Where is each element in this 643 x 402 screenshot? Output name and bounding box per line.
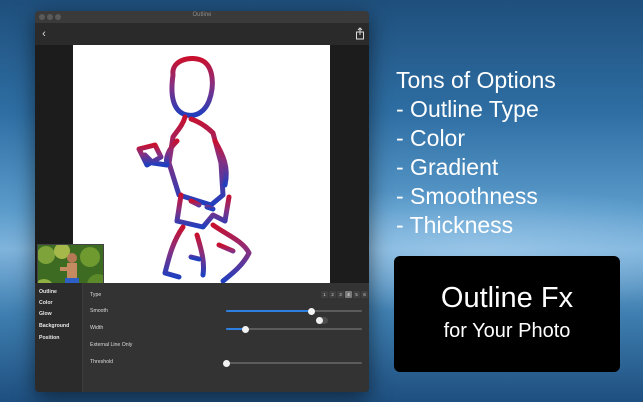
options-panel: Outline Color Glow Background Position T… [35,283,369,392]
type-option-2[interactable]: 2 [329,291,336,298]
threshold-slider[interactable] [222,359,362,367]
share-icon [356,27,364,40]
external-line-toggle-knob [316,317,323,324]
type-option-5[interactable]: 5 [353,291,360,298]
type-segmented-control[interactable]: 1 2 3 4 5 6 [321,291,369,298]
sidebar-item-position[interactable]: Position [39,335,59,341]
share-button[interactable] [355,27,365,41]
width-slider-knob[interactable] [241,325,249,333]
smooth-slider[interactable] [226,307,362,315]
badge-subtitle: for Your Photo [443,320,571,342]
width-slider[interactable] [226,325,362,333]
feature-item-gradient: - Gradient [396,154,499,180]
toolbar: ‹ [35,23,369,45]
sidebar-item-outline[interactable]: Outline [39,289,57,295]
external-line-toggle[interactable] [316,317,328,324]
chevron-left-icon: ‹ [42,28,46,40]
preview-stage [35,45,369,306]
sidebar-item-glow[interactable]: Glow [39,311,52,317]
external-line-label: External Line Only [90,342,133,348]
options-sidebar: Outline Color Glow Background Position [35,283,83,392]
app-window: Outline ‹ Outline Color Glow Background … [35,11,369,392]
type-option-1[interactable]: 1 [321,291,328,298]
type-option-4[interactable]: 4 [345,291,352,298]
badge-title: Outline Fx [440,282,574,314]
window-title: Outline [192,12,212,18]
smooth-label: Smooth [90,308,108,314]
sidebar-item-color[interactable]: Color [39,300,53,306]
feature-item-thickness: - Thickness [396,212,514,238]
feature-item-outline-type: - Outline Type [396,96,539,122]
smooth-slider-fill [226,310,312,312]
feature-item-smoothness: - Smoothness [396,183,538,209]
app-name-badge: Outline Fx for Your Photo [394,256,620,372]
feature-item-color: - Color [396,125,466,151]
title-bar: Outline [35,11,369,23]
smooth-slider-knob[interactable] [308,307,316,315]
outline-preview-canvas[interactable] [73,45,330,283]
type-label: Type [90,292,102,298]
threshold-slider-knob[interactable] [222,359,230,367]
feature-list: Tons of Options - Outline Type - Color -… [396,66,636,240]
feature-heading: Tons of Options [396,67,556,93]
outline-figure-image [136,56,252,283]
threshold-label: Threshold [90,359,114,365]
sidebar-item-background[interactable]: Background [39,323,69,329]
back-button[interactable]: ‹ [38,27,50,41]
type-option-6[interactable]: 6 [361,291,368,298]
type-option-3[interactable]: 3 [337,291,344,298]
width-label: Width [90,325,104,331]
